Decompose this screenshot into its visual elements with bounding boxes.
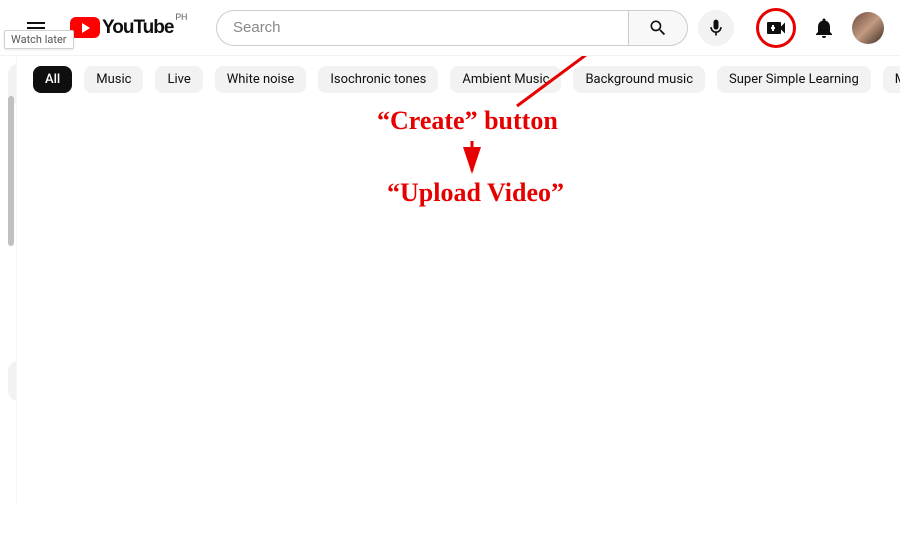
sidebar-item-history[interactable]: History [8,281,17,321]
microphone-icon [706,18,726,38]
annotation-overlay [17,56,900,560]
chip-white-noise[interactable]: White noise [215,66,307,93]
create-video-icon [764,16,788,40]
logo-country-code: PH [175,13,187,23]
chip-all[interactable]: All [33,66,72,93]
chip-ambient-music[interactable]: Ambient Music [450,66,561,93]
chip-live[interactable]: Live [155,66,202,93]
account-avatar[interactable] [852,12,884,44]
chip-background-music[interactable]: Background music [573,66,705,93]
main-content: All Music Live White noise Isochronic to… [17,56,900,504]
app-header: YouTube PH [0,0,900,56]
chip-mixes[interactable]: Mixes [883,66,900,93]
create-button[interactable] [756,8,796,48]
chip-music[interactable]: Music [84,66,143,93]
logo-text: YouTube [102,17,173,39]
chip-super-simple[interactable]: Super Simple Learning [717,66,871,93]
sidebar-heading-subscriptions: Subscriptions [8,462,17,497]
sidebar-item-your-videos[interactable]: Your videos [8,321,17,361]
tooltip-watch-later: Watch later [4,30,74,49]
sidebar-item-show-more[interactable]: Show more [8,401,17,441]
sidebar-item-home[interactable]: Home [8,64,17,104]
sidebar-item-subscriptions[interactable]: Subscriptions [8,144,17,184]
annotation-upload-video: “Upload Video” [387,178,564,208]
youtube-play-icon [70,17,100,38]
notifications-button[interactable] [804,8,844,48]
bell-icon [812,16,836,40]
search-icon [648,18,668,38]
chip-isochronic-tones[interactable]: Isochronic tones [318,66,438,93]
sidebar-item-your-channel[interactable]: Your channel [8,241,17,281]
category-chips: All Music Live White noise Isochronic to… [17,56,900,103]
annotation-create-button: “Create” button [377,106,558,136]
search-input[interactable] [216,10,628,46]
sidebar-item-watch-later[interactable]: Watch later [8,361,17,401]
voice-search-button[interactable] [698,10,734,46]
search-button[interactable] [628,10,688,46]
youtube-logo[interactable]: YouTube PH [70,17,173,39]
sidebar: Home Shorts Subscriptions You Your chann… [0,56,17,504]
sidebar-heading-you[interactable]: You [8,205,17,241]
sidebar-item-shorts[interactable]: Shorts [8,104,17,144]
